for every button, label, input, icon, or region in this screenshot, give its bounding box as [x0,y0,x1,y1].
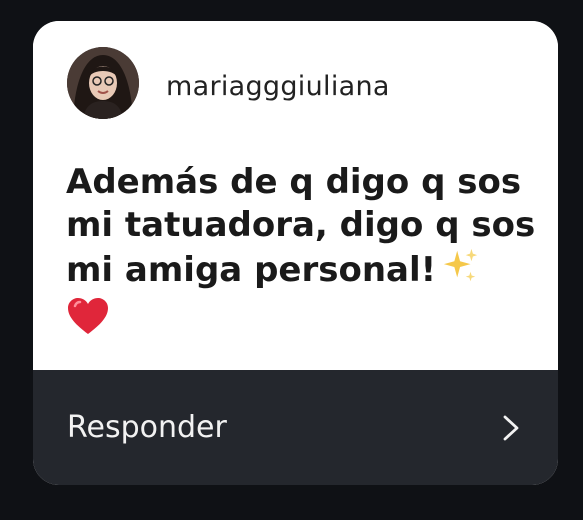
sparkles-icon [444,248,478,282]
avatar-image [67,47,139,119]
message-line: mi amiga personal! [66,250,437,290]
avatar[interactable] [67,47,139,119]
reply-button-label[interactable]: Responder [67,410,227,445]
username[interactable]: mariagggiuliana [166,71,390,102]
message-line: Además de q digo q sos [66,162,522,202]
story-reply-card: mariagggiuliana Además de q digo q sos m… [33,21,558,485]
message-area: mariagggiuliana Además de q digo q sos m… [33,21,558,370]
reply-bar[interactable]: Responder [33,370,558,485]
reply-message: Además de q digo q sos mi tatuadora, dig… [66,161,536,336]
chevron-right-icon[interactable] [502,414,520,442]
message-line: mi tatuadora, digo q sos [66,205,536,245]
red-heart-icon [68,298,108,334]
